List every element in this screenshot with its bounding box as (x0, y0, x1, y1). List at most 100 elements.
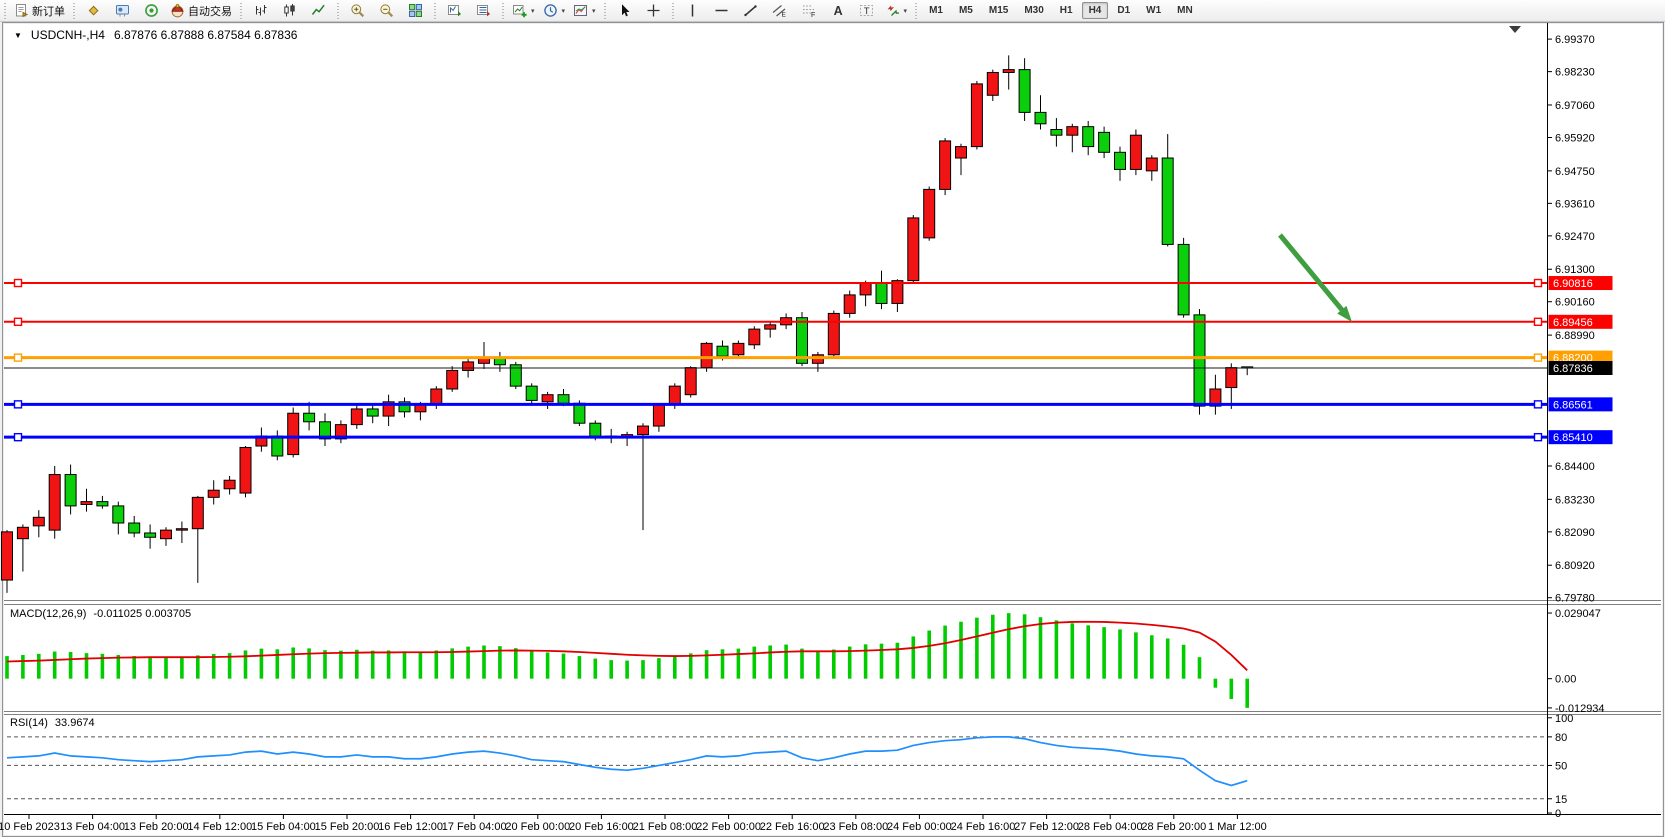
line-handle[interactable] (15, 318, 22, 325)
arrows-tool-button[interactable]: ▾ (881, 0, 912, 21)
candle (2, 532, 13, 580)
line-handle[interactable] (1535, 354, 1542, 361)
candle (1035, 112, 1046, 123)
price-tick-label: 6.93610 (1555, 198, 1595, 210)
toolbar-group-grip (914, 3, 918, 19)
trendline-tool-button[interactable] (736, 0, 765, 21)
line-handle[interactable] (15, 354, 22, 361)
candle (574, 403, 585, 423)
candle (1067, 127, 1078, 136)
date-tick-label: 17 Feb 04:00 (442, 821, 507, 833)
data-window-button[interactable] (137, 0, 166, 21)
toolbar-group-grip (72, 3, 76, 19)
texta-icon: A (830, 3, 845, 18)
horizontal-lines[interactable] (4, 280, 1547, 441)
text-tool-button[interactable]: A (823, 0, 852, 21)
rsi-tick-label: 50 (1555, 760, 1567, 772)
toolbar-group: 自动交易 (79, 0, 236, 21)
market-watch-button[interactable] (108, 0, 137, 21)
date-tick-label: 22 Feb 00:00 (696, 821, 761, 833)
timeframe-m30-button[interactable]: M30 (1017, 2, 1050, 19)
fibonacci-tool-button[interactable]: F (794, 0, 823, 21)
price-tick-label: 6.79780 (1555, 593, 1595, 605)
rsi-value: 33.9674 (55, 717, 95, 729)
chart-canvas[interactable]: 6.993706.982306.970606.959206.947506.936… (0, 0, 1665, 837)
bar-chart-button[interactable] (246, 0, 275, 21)
hline-6.86561[interactable] (4, 401, 1547, 408)
date-axis[interactable]: 10 Feb 202313 Feb 04:0013 Feb 20:0014 Fe… (0, 814, 1267, 833)
macd-values: -0.011025 0.003705 (93, 608, 191, 620)
candle (1194, 315, 1205, 406)
price-tick-label: 6.99370 (1555, 34, 1595, 46)
fibo-icon: F (801, 3, 816, 18)
tile-windows-button[interactable] (401, 0, 430, 21)
toolbar-group (246, 0, 333, 21)
zoom-in-button[interactable] (343, 0, 372, 21)
candle (844, 295, 855, 314)
cursor-tool-button[interactable] (610, 0, 639, 21)
arrange2-icon (476, 3, 491, 18)
timeframe-w1-button[interactable]: W1 (1139, 2, 1168, 19)
rsi-line (7, 737, 1247, 786)
price-axis[interactable]: 6.993706.982306.970606.959206.947506.936… (1547, 34, 1613, 820)
auto-trading-button[interactable]: 自动交易 (166, 0, 236, 21)
templates-button[interactable]: ▾ (569, 0, 600, 21)
timeframe-m1-button[interactable]: M1 (922, 2, 950, 19)
main-toolbar: 新订单自动交易▾▾▾EFAT▾M1M5M15M30H1H4D1W1MN (0, 0, 1665, 22)
bars-icon (253, 3, 268, 18)
line-handle[interactable] (1535, 280, 1542, 287)
line-handle[interactable] (1535, 401, 1542, 408)
new-order-button[interactable]: 新订单 (10, 0, 69, 21)
profiles-button[interactable] (79, 0, 108, 21)
line-handle[interactable] (1535, 434, 1542, 441)
auto-arrange-button[interactable] (440, 0, 469, 21)
timeframe-mn-button[interactable]: MN (1170, 2, 1200, 19)
timeframe-m5-button[interactable]: M5 (952, 2, 980, 19)
dataw-icon (144, 3, 159, 18)
candle (49, 475, 60, 531)
labelt-icon: T (859, 3, 874, 18)
candle (272, 436, 283, 456)
trend-arrow-annotation[interactable] (1280, 235, 1352, 322)
horizontal-line-tool-button[interactable] (707, 0, 736, 21)
timeframe-toolbar: M1M5M15M30H1H4D1W1MN (921, 0, 1201, 21)
hline-6.88200[interactable] (4, 354, 1547, 361)
date-tick-label: 13 Feb 20:00 (124, 821, 189, 833)
line-chart-button[interactable] (304, 0, 333, 21)
clock-icon (543, 3, 558, 18)
candle (447, 370, 458, 389)
line-handle[interactable] (15, 401, 22, 408)
line-handle[interactable] (15, 434, 22, 441)
dropdown-caret-icon: ▾ (592, 7, 596, 15)
trading-terminal: 新订单自动交易▾▾▾EFAT▾M1M5M15M30H1H4D1W1MN 1 6.… (0, 0, 1665, 837)
zoomout-icon (379, 3, 394, 18)
line-handle[interactable] (1535, 318, 1542, 325)
equidistant-channel-tool-button[interactable]: E (765, 0, 794, 21)
candle (1146, 158, 1157, 171)
hline-6.89456[interactable] (4, 318, 1547, 325)
timeframe-h1-button[interactable]: H1 (1053, 2, 1080, 19)
timeframe-h4-button[interactable]: H4 (1082, 2, 1109, 19)
timeframe-d1-button[interactable]: D1 (1110, 2, 1137, 19)
new-order-button-label: 新订单 (32, 3, 65, 19)
text-label-tool-button[interactable]: T (852, 0, 881, 21)
candlestick-chart-button[interactable] (275, 0, 304, 21)
axis-frame (4, 23, 1661, 815)
hline-6.85410[interactable] (4, 434, 1547, 441)
candle (733, 343, 744, 354)
line-handle[interactable] (15, 280, 22, 287)
candle (876, 283, 887, 303)
date-tick-label: 13 Feb 04:00 (60, 821, 125, 833)
chart-menu-triangle-icon[interactable]: ▼ (14, 31, 22, 40)
price-tick-label: 6.80920 (1555, 560, 1595, 572)
crosshair-tool-button[interactable] (639, 0, 668, 21)
timeframe-m15-button[interactable]: M15 (982, 2, 1015, 19)
candle (971, 84, 982, 147)
date-tick-label: 14 Feb 12:00 (187, 821, 252, 833)
zoom-out-button[interactable] (372, 0, 401, 21)
cascade-button[interactable] (469, 0, 498, 21)
new-chart-button[interactable]: ▾ (508, 0, 539, 21)
periods-button[interactable]: ▾ (539, 0, 570, 21)
vertical-line-tool-button[interactable] (678, 0, 707, 21)
candle (81, 502, 92, 505)
